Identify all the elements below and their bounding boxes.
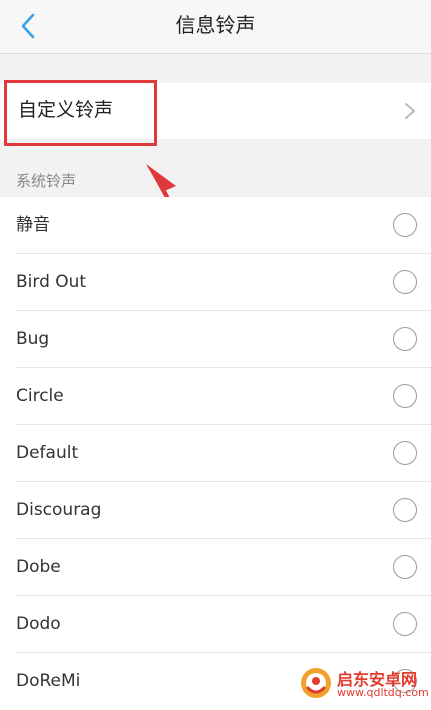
ringtone-label: Dodo bbox=[16, 614, 61, 634]
chevron-right-icon bbox=[405, 103, 415, 119]
ringtone-label: 静音 bbox=[16, 215, 50, 235]
ringtone-item[interactable]: Discourag bbox=[0, 482, 431, 539]
ringtone-label: Dobe bbox=[16, 557, 61, 577]
custom-ringtone-label: 自定义铃声 bbox=[18, 99, 114, 121]
ringtone-item[interactable]: Bug bbox=[0, 311, 431, 368]
radio-button[interactable] bbox=[393, 669, 417, 693]
ringtone-item[interactable]: Default bbox=[0, 425, 431, 482]
ringtone-item[interactable]: DoReMi bbox=[0, 653, 431, 710]
radio-button[interactable] bbox=[393, 555, 417, 579]
ringtone-item[interactable]: Bird Out bbox=[0, 254, 431, 311]
page-title: 信息铃声 bbox=[175, 13, 256, 37]
ringtone-label: Discourag bbox=[16, 500, 102, 520]
radio-button[interactable] bbox=[393, 270, 417, 294]
ringtone-item[interactable]: Circle bbox=[0, 368, 431, 425]
custom-ringtone-row[interactable]: 自定义铃声 bbox=[0, 83, 431, 139]
ringtone-label: Bug bbox=[16, 329, 50, 349]
section-header-system-ringtones: 系统铃声 bbox=[16, 172, 77, 190]
header-bar: 信息铃声 bbox=[0, 0, 431, 54]
ringtone-item[interactable]: Dobe bbox=[0, 539, 431, 596]
radio-button[interactable] bbox=[393, 213, 417, 237]
radio-button[interactable] bbox=[393, 612, 417, 636]
radio-button[interactable] bbox=[393, 441, 417, 465]
ringtone-list: 静音 Bird Out Bug Circle Default Discourag Dobe D… bbox=[0, 197, 431, 710]
ringtone-label: Bird Out bbox=[16, 272, 87, 292]
radio-button[interactable] bbox=[393, 498, 417, 522]
ringtone-label: Default bbox=[16, 443, 79, 463]
ringtone-label: DoReMi bbox=[16, 671, 81, 691]
ringtone-item[interactable]: 静音 bbox=[0, 197, 431, 254]
ringtone-label: Circle bbox=[16, 386, 64, 406]
radio-button[interactable] bbox=[393, 384, 417, 408]
ringtone-item[interactable]: Dodo bbox=[0, 596, 431, 653]
radio-button[interactable] bbox=[393, 327, 417, 351]
